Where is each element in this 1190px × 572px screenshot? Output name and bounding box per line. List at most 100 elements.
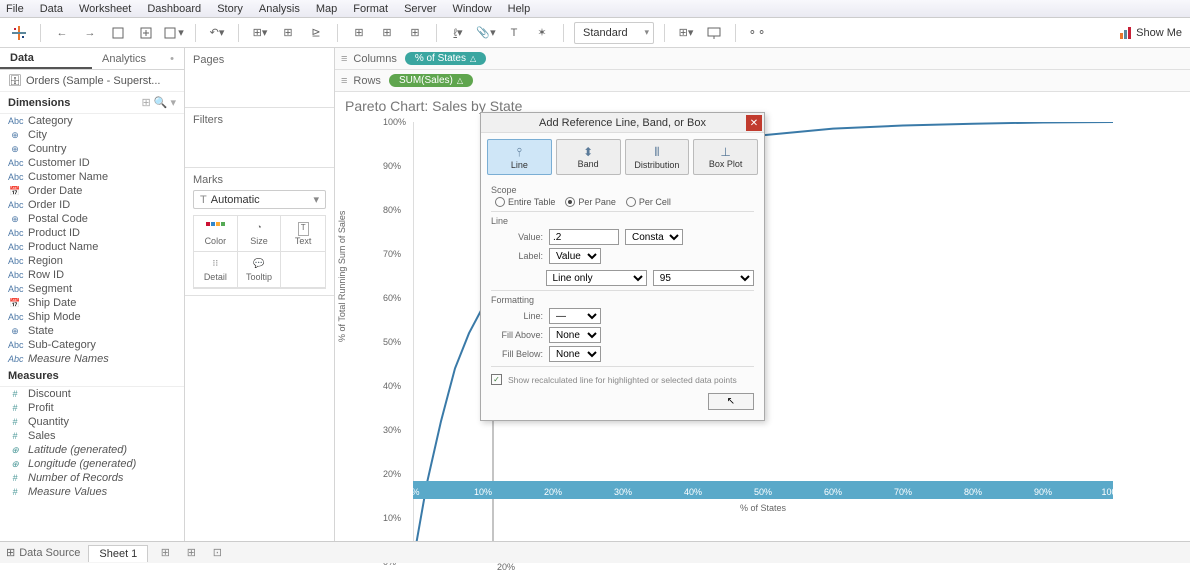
field-postal-code[interactable]: ⊕Postal Code	[0, 212, 184, 226]
field-sales[interactable]: #Sales	[0, 429, 184, 443]
field-country[interactable]: ⊕Country	[0, 142, 184, 156]
ok-button[interactable]: ↖	[708, 393, 754, 410]
dlgtab-line[interactable]: ⫯Line	[487, 139, 552, 175]
field-state[interactable]: ⊕State	[0, 324, 184, 338]
share-icon[interactable]: ⚬⚬	[746, 22, 768, 44]
datasource-item[interactable]: 🗄 Orders (Sample - Superst...	[0, 70, 184, 92]
new-worksheet-icon[interactable]: ⊞	[156, 545, 174, 561]
menu-format[interactable]: Format	[353, 3, 388, 15]
field-product-name[interactable]: AbcProduct Name	[0, 240, 184, 254]
tableau-logo-icon[interactable]	[8, 22, 30, 44]
recalc-checkbox[interactable]: ✓	[491, 374, 502, 385]
xtick: 80%	[964, 487, 982, 497]
menu-dashboard[interactable]: Dashboard	[147, 3, 201, 15]
field-latitude-generated-[interactable]: ⊕Latitude (generated)	[0, 443, 184, 457]
field-customer-name[interactable]: AbcCustomer Name	[0, 170, 184, 184]
menu-worksheet[interactable]: Worksheet	[79, 3, 131, 15]
menu-help[interactable]: Help	[508, 3, 531, 15]
field-category[interactable]: AbcCategory	[0, 114, 184, 128]
forward-icon[interactable]: →	[79, 22, 101, 44]
field-order-date[interactable]: 📅Order Date	[0, 184, 184, 198]
fill-above-select[interactable]: None	[549, 327, 601, 343]
field-profit[interactable]: #Profit	[0, 401, 184, 415]
new-sheet-icon[interactable]: ▾	[163, 22, 185, 44]
pin-icon[interactable]: 📎▾	[475, 22, 497, 44]
detail-shelf[interactable]: ⁝⁝Detail	[194, 252, 238, 288]
field-segment[interactable]: AbcSegment	[0, 282, 184, 296]
field-order-id[interactable]: AbcOrder ID	[0, 198, 184, 212]
value-type-select[interactable]: Constant	[625, 229, 683, 245]
field-longitude-generated-[interactable]: ⊕Longitude (generated)	[0, 457, 184, 471]
confidence-select[interactable]: 95	[653, 270, 754, 286]
scope-per-pane[interactable]: Per Pane	[565, 197, 616, 207]
field-customer-id[interactable]: AbcCustomer ID	[0, 156, 184, 170]
sort-asc-icon[interactable]: ⊞	[277, 22, 299, 44]
tab-data[interactable]: Data	[0, 48, 92, 69]
color-shelf[interactable]: Color	[194, 216, 238, 252]
cards-icon[interactable]: ⊞▾	[675, 22, 697, 44]
present-icon[interactable]	[703, 22, 725, 44]
menu-file[interactable]: File	[6, 3, 24, 15]
menu-data[interactable]: Data	[40, 3, 63, 15]
menu-map[interactable]: Map	[316, 3, 337, 15]
field-region[interactable]: AbcRegion	[0, 254, 184, 268]
y-axis-label: % of Total Running Sum of Sales	[337, 211, 347, 342]
field-sub-category[interactable]: AbcSub-Category	[0, 338, 184, 352]
show-me-button[interactable]: Show Me	[1120, 27, 1182, 39]
label-select[interactable]: Value	[549, 248, 601, 264]
value-input[interactable]	[549, 229, 619, 245]
dlgtab-band[interactable]: ⬍Band	[556, 139, 621, 175]
undo-icon[interactable]: ↶▾	[206, 22, 228, 44]
menubar: File Data Worksheet Dashboard Story Analysis M…	[0, 0, 1190, 18]
group-icon[interactable]: ⊞	[348, 22, 370, 44]
rows-shelf[interactable]: ≡Rows SUM(Sales)△	[335, 70, 1190, 92]
labels-icon[interactable]: ⊞	[404, 22, 426, 44]
field-discount[interactable]: #Discount	[0, 387, 184, 401]
text-shelf[interactable]: TText	[281, 216, 325, 252]
xtick: 20%	[544, 487, 562, 497]
new-datasource-icon[interactable]	[135, 22, 157, 44]
showmark-icon[interactable]: ⊞	[376, 22, 398, 44]
dlgtab-distribution[interactable]: ⫴Distribution	[625, 139, 690, 175]
new-story-icon[interactable]: ⊡	[208, 545, 226, 561]
menu-window[interactable]: Window	[453, 3, 492, 15]
sort-desc-icon[interactable]: ⊵	[305, 22, 327, 44]
scope-per-cell[interactable]: Per Cell	[626, 197, 671, 207]
fix-icon[interactable]: ✶	[531, 22, 553, 44]
menu-story[interactable]: Story	[217, 3, 243, 15]
columns-shelf[interactable]: ≡Columns % of States△	[335, 48, 1190, 70]
text-icon[interactable]: T	[503, 22, 525, 44]
field-quantity[interactable]: #Quantity	[0, 415, 184, 429]
save-icon[interactable]	[107, 22, 129, 44]
field-product-id[interactable]: AbcProduct ID	[0, 226, 184, 240]
highlight-icon[interactable]: ℓ▾	[447, 22, 469, 44]
dlgtab-box-plot[interactable]: ⊥Box Plot	[693, 139, 758, 175]
field-ship-mode[interactable]: AbcShip Mode	[0, 310, 184, 324]
mark-type-dropdown[interactable]: TAutomatic▾	[193, 190, 326, 209]
field-measure-values[interactable]: #Measure Values	[0, 485, 184, 499]
swap-icon[interactable]: ⊞▾	[249, 22, 271, 44]
tooltip-shelf[interactable]: 💬Tooltip	[238, 252, 282, 288]
datasource-tab[interactable]: ⊞ Data Source	[6, 546, 80, 559]
field-row-id[interactable]: AbcRow ID	[0, 268, 184, 282]
fit-dropdown[interactable]: Standard	[574, 22, 654, 44]
field-city[interactable]: ⊕City	[0, 128, 184, 142]
lineonly-select[interactable]: Line only	[546, 270, 647, 286]
new-dashboard-icon[interactable]: ⊞	[182, 545, 200, 561]
menu-server[interactable]: Server	[404, 3, 436, 15]
fill-below-select[interactable]: None	[549, 346, 601, 362]
sheet-tab[interactable]: Sheet 1	[88, 545, 148, 562]
scope-entire-table[interactable]: Entire Table	[495, 197, 555, 207]
tab-analytics[interactable]: Analytics•	[92, 48, 184, 69]
size-shelf[interactable]: ◔Size	[238, 216, 282, 252]
back-icon[interactable]: ←	[51, 22, 73, 44]
columns-pill[interactable]: % of States△	[405, 52, 486, 65]
field-ship-date[interactable]: 📅Ship Date	[0, 296, 184, 310]
line-style-label: Line:	[491, 311, 543, 321]
field-number-of-records[interactable]: #Number of Records	[0, 471, 184, 485]
close-icon[interactable]: ✕	[746, 115, 762, 131]
menu-analysis[interactable]: Analysis	[259, 3, 300, 15]
line-style-select[interactable]: —	[549, 308, 601, 324]
rows-pill[interactable]: SUM(Sales)△	[389, 74, 473, 87]
field-measure-names[interactable]: AbcMeasure Names	[0, 352, 184, 366]
